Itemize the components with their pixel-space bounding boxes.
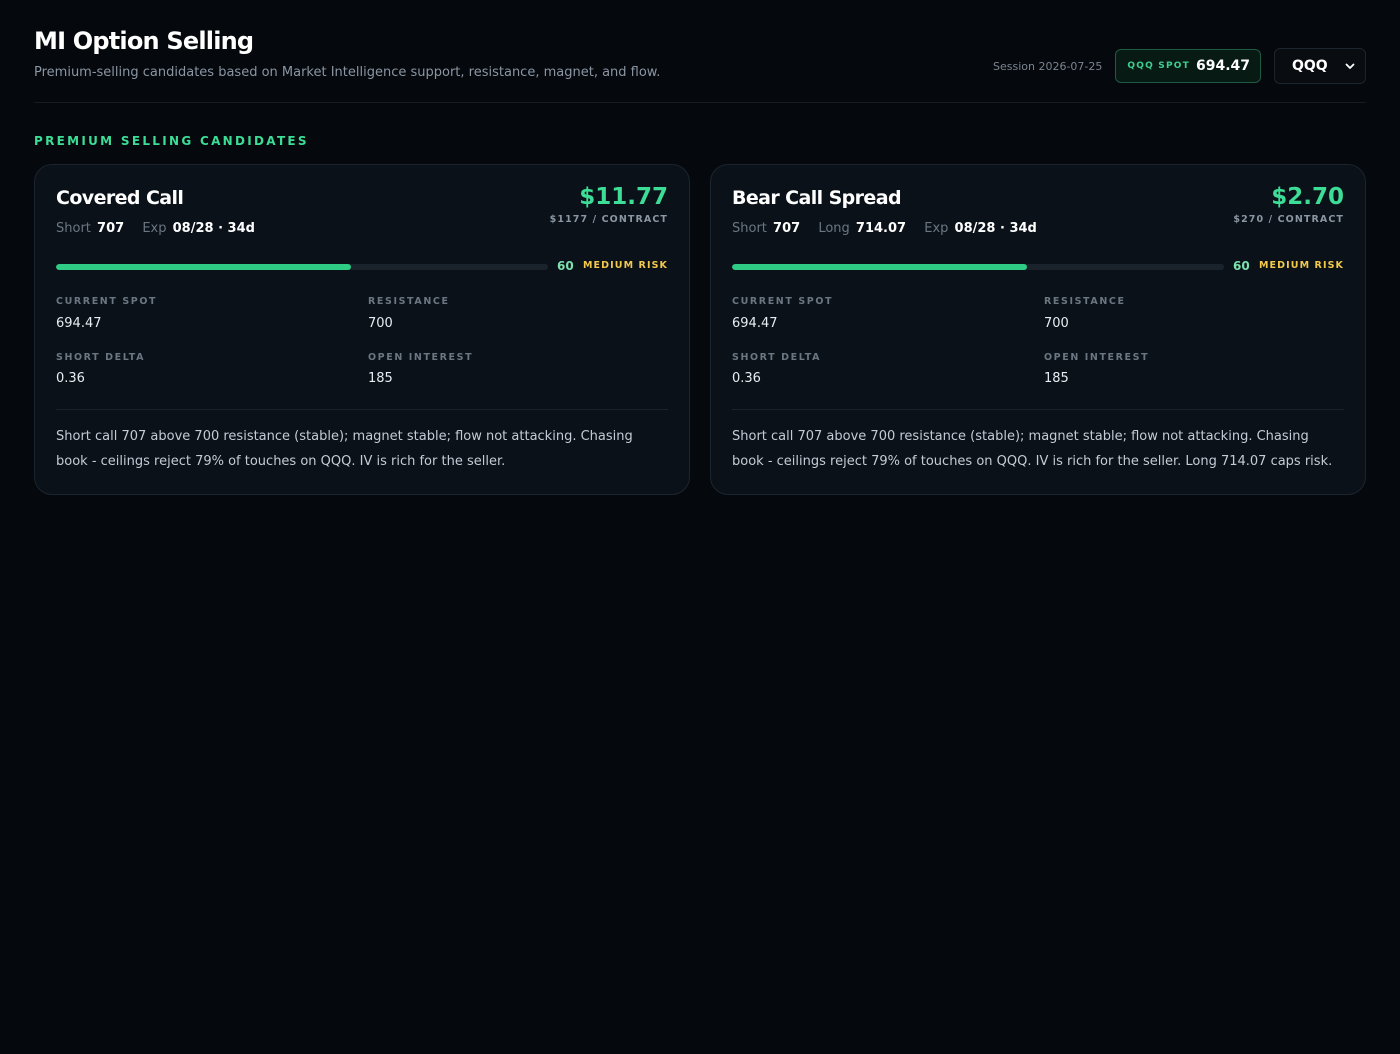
risk-score: 60 xyxy=(1233,259,1250,273)
candidate-card-covered-call[interactable]: Covered Call Short 707 Exp 08/28 · 34d $… xyxy=(34,164,690,495)
metric-value-resistance: 700 xyxy=(1044,316,1069,331)
card-rationale: Short call 707 above 700 resistance (sta… xyxy=(56,429,633,469)
metric-value-resistance: 700 xyxy=(368,316,393,331)
leg-short-value: 707 xyxy=(773,221,801,236)
leg-long-label: Long xyxy=(818,221,850,236)
header-controls: Session 2026-07-25 QQQ SPOT 694.47 QQQ xyxy=(993,48,1366,84)
metric-label-current-spot: CURRENT SPOT xyxy=(56,296,158,307)
spot-value: 694.47 xyxy=(1195,58,1250,74)
leg-short: Short 707 xyxy=(56,221,124,236)
metric-label-open-interest: OPEN INTEREST xyxy=(368,352,474,363)
premium-per-contract: $270 / CONTRACT xyxy=(1233,214,1344,225)
card-divider xyxy=(732,409,1344,410)
page-title: MI Option Selling xyxy=(34,27,254,55)
metric-label-open-interest: OPEN INTEREST xyxy=(1044,352,1150,363)
metric-label-resistance: RESISTANCE xyxy=(368,296,450,307)
leg-long: Long 714.07 xyxy=(818,221,906,236)
metric-label-current-spot: CURRENT SPOT xyxy=(732,296,834,307)
leg-short-label: Short xyxy=(732,221,767,236)
leg-long-value: 714.07 xyxy=(855,221,907,236)
risk-score: 60 xyxy=(557,259,574,273)
metric-label-short-delta: SHORT DELTA xyxy=(56,352,146,363)
premium-value: $2.70 xyxy=(1271,184,1344,210)
page: MI Option Selling Premium-selling candid… xyxy=(0,0,1400,1054)
ticker-select[interactable]: QQQ xyxy=(1274,48,1366,84)
ticker-selected-value: QQQ xyxy=(1292,58,1328,74)
metric-value-open-interest: 185 xyxy=(1044,371,1069,386)
leg-exp: Exp 08/28 · 34d xyxy=(924,221,1037,236)
premium-per-contract: $1177 / CONTRACT xyxy=(549,214,668,225)
risk-meter-fill xyxy=(732,264,1028,270)
metric-value-current-spot: 694.47 xyxy=(732,316,778,331)
card-divider xyxy=(56,409,668,410)
metric-value-short-delta: 0.36 xyxy=(732,371,761,386)
spot-label: QQQ SPOT xyxy=(1127,61,1190,71)
spot-badge: QQQ SPOT 694.47 xyxy=(1115,49,1261,83)
card-rationale: Short call 707 above 700 resistance (sta… xyxy=(732,429,1333,469)
candidate-card-bear-call-spread[interactable]: Bear Call Spread Short 707 Long 714.07 E… xyxy=(710,164,1366,495)
card-title: Bear Call Spread xyxy=(732,187,902,209)
metric-value-current-spot: 694.47 xyxy=(56,316,102,331)
risk-label: MEDIUM RISK xyxy=(583,260,668,271)
leg-exp-value: 08/28 · 34d xyxy=(954,221,1037,236)
page-subtitle: Premium-selling candidates based on Mark… xyxy=(34,65,661,80)
metric-value-short-delta: 0.36 xyxy=(56,371,85,386)
leg-exp: Exp 08/28 · 34d xyxy=(142,221,255,236)
leg-short: Short 707 xyxy=(732,221,800,236)
risk-meter xyxy=(732,264,1224,270)
metric-label-short-delta: SHORT DELTA xyxy=(732,352,822,363)
page-header: MI Option Selling Premium-selling candid… xyxy=(34,0,1366,103)
leg-short-value: 707 xyxy=(97,221,125,236)
risk-meter xyxy=(56,264,548,270)
card-title: Covered Call xyxy=(56,187,184,209)
leg-short-label: Short xyxy=(56,221,91,236)
risk-label: MEDIUM RISK xyxy=(1259,260,1344,271)
metric-label-resistance: RESISTANCE xyxy=(1044,296,1126,307)
leg-exp-label: Exp xyxy=(924,221,949,236)
risk-meter-fill xyxy=(56,264,352,270)
leg-exp-value: 08/28 · 34d xyxy=(172,221,255,236)
premium-value: $11.77 xyxy=(579,184,668,210)
session-date: Session 2026-07-25 xyxy=(993,59,1103,73)
card-legs: Short 707 Exp 08/28 · 34d xyxy=(56,221,269,236)
section-title: PREMIUM SELLING CANDIDATES xyxy=(34,134,309,148)
metric-value-open-interest: 185 xyxy=(368,371,393,386)
chevron-down-icon xyxy=(1345,63,1355,69)
card-legs: Short 707 Long 714.07 Exp 08/28 · 34d xyxy=(732,221,1051,236)
leg-exp-label: Exp xyxy=(142,221,167,236)
